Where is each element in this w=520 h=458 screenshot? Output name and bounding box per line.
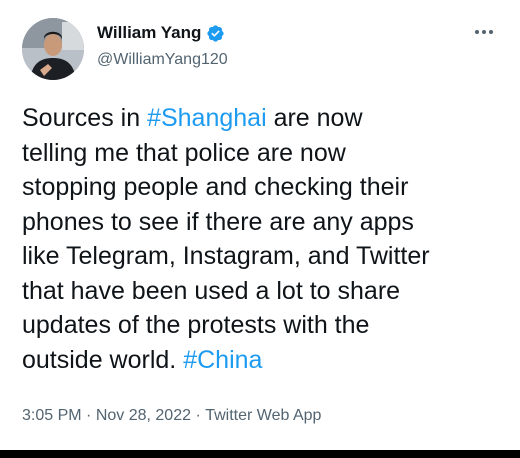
meta-separator: · — [81, 407, 96, 424]
tweet-text-segment: Sources in — [22, 104, 148, 132]
tweet-source[interactable]: Twitter Web App — [205, 405, 321, 427]
tweet-meta: 3:05 PM · Nov 28, 2022 · Twitter Web App — [22, 405, 321, 427]
more-dot — [482, 30, 486, 34]
tweet-text-segment: are now telling me that police are now s… — [22, 104, 430, 374]
more-dot — [489, 30, 493, 34]
tweet-card[interactable]: William Yang @WilliamYang120 Sources in … — [0, 0, 520, 450]
more-options-icon[interactable] — [470, 20, 498, 44]
avatar-image — [22, 18, 84, 80]
author-handle[interactable]: @WilliamYang120 — [97, 49, 228, 71]
hashtag-link[interactable]: #Shanghai — [147, 104, 267, 132]
more-dot — [475, 30, 479, 34]
tweet-time[interactable]: 3:05 PM — [22, 405, 82, 427]
verified-badge-icon — [206, 24, 225, 43]
bottom-bar — [0, 450, 520, 458]
meta-separator: · — [191, 407, 206, 424]
author-name[interactable]: William Yang — [97, 22, 201, 44]
hashtag-link[interactable]: #China — [183, 346, 262, 374]
avatar[interactable] — [22, 18, 84, 80]
tweet-text: Sources in #Shanghai are now telling me … — [22, 101, 512, 377]
author-name-row[interactable]: William Yang — [97, 22, 225, 44]
tweet-date[interactable]: Nov 28, 2022 — [96, 405, 191, 427]
